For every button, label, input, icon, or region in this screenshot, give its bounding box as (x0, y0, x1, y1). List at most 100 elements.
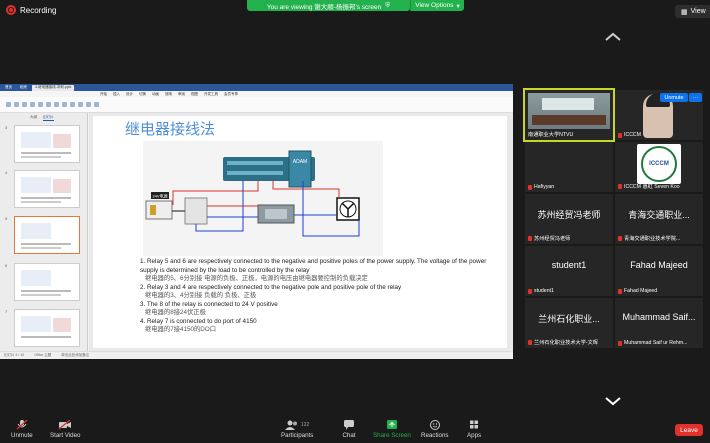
slide-thumb-row[interactable]: 4 (5, 170, 80, 208)
view-button[interactable]: ▦ View (675, 5, 710, 18)
view-label: View (690, 8, 706, 15)
participants-label: Participants (281, 432, 314, 439)
start-video-label: Start Video (50, 432, 81, 439)
menu-item[interactable]: 开发工具 (204, 92, 218, 97)
slide-thumbnail-selected[interactable] (14, 216, 80, 254)
participant-tile[interactable]: student1 student1 (525, 246, 613, 296)
thumb-number: 4 (5, 170, 8, 175)
participant-display-name: Muhammad Saif... (622, 312, 696, 322)
start-video-button[interactable]: Start Video (50, 420, 81, 439)
leave-button[interactable]: Leave (675, 424, 703, 436)
chevron-down-icon: ▾ (456, 2, 460, 10)
reactions-label: Reactions (421, 432, 449, 439)
thumb-number: 7 (5, 309, 8, 314)
participant-tile[interactable]: 兰州石化职业... 兰州石化职业技术大学-文晖 (525, 298, 613, 348)
window-tab-active[interactable]: 3-继电器接线-冲刺.pptx (32, 84, 75, 91)
chevron-down-icon[interactable] (604, 396, 622, 406)
menu-item[interactable]: 审阅 (178, 92, 185, 97)
video-off-icon (58, 420, 72, 430)
menu-item[interactable]: 会员专享 (224, 92, 238, 97)
participant-tile[interactable]: 青海交通职业... 青海交通职业技术学院... (615, 194, 703, 244)
thumb-number: 6 (5, 263, 8, 268)
ribbon-icon[interactable] (62, 102, 67, 107)
participant-display-name: 兰州石化职业... (538, 314, 600, 324)
more-options-button[interactable]: ··· (689, 93, 702, 102)
participant-tile[interactable]: 南通职业大学NTVU (523, 88, 615, 142)
apps-button[interactable]: Apps (467, 420, 481, 439)
slide-thumb-row[interactable]: 6 (5, 263, 80, 301)
participant-name: ICCCM 惠虹 Seven Koo (618, 183, 680, 190)
participant-tile[interactable]: ICCCM ICCCM 惠虹 Seven Koo (615, 142, 703, 192)
module-label: ADAM (293, 159, 307, 165)
ribbon-icon[interactable] (30, 102, 35, 107)
status-slide-count: 幻灯片 5 / 10 (4, 353, 25, 357)
mic-off-icon (528, 288, 532, 294)
participants-button[interactable]: 122 Participants (281, 420, 313, 439)
participant-name: Hafiyyan (528, 184, 554, 190)
participant-name: Muhammad Saif ur Rehm... (618, 340, 687, 346)
slide-thumb-row[interactable]: 7 (5, 309, 80, 347)
slide-thumbnail-panel: 大纲 幻灯片 3 4 5 6 7 (0, 113, 88, 351)
participant-display-name: 青海交通职业... (628, 210, 690, 220)
status-theme: Office 主题 (34, 353, 52, 357)
ribbon-icon[interactable] (86, 102, 91, 107)
menu-item[interactable]: 插入 (113, 92, 120, 97)
participant-name: Fahad Majeed (618, 288, 657, 294)
ribbon-icon[interactable] (78, 102, 83, 107)
slide-thumb-row[interactable]: 3 (5, 125, 80, 163)
ribbon-icon[interactable] (94, 102, 99, 107)
slide-thumbnail[interactable] (14, 309, 80, 347)
apps-label: Apps (467, 432, 482, 439)
reactions-icon (429, 420, 440, 430)
relay-wiring-diagram: ADAM 24V电源 (143, 141, 383, 256)
ribbon-icon[interactable] (70, 102, 75, 107)
ribbon-icon[interactable] (46, 102, 51, 107)
line-cn: 继电器的8接24伏正极 (145, 309, 206, 316)
status-notes[interactable]: 单击此处添加备注 (61, 353, 89, 358)
record-icon (6, 5, 16, 15)
menu-item[interactable]: 放映 (165, 92, 172, 97)
window-tab[interactable]: 稻壳 (17, 85, 30, 91)
share-screen-label: Share Screen (373, 432, 411, 439)
viewing-text: You are viewing 谢大顺-杨振邦's screen (266, 3, 382, 11)
menu-item[interactable]: 动画 (152, 92, 159, 97)
reactions-button[interactable]: Reactions (421, 420, 449, 439)
window-tab[interactable]: 首页 (2, 85, 15, 91)
ribbon-icon[interactable] (54, 102, 59, 107)
view-options-button[interactable]: View Options ▾ (410, 0, 464, 11)
participant-name: 南通职业大学NTVU (528, 132, 574, 138)
menu-item[interactable]: 切换 (139, 92, 146, 97)
ribbon-icon[interactable] (22, 102, 27, 107)
recording-indicator[interactable]: Recording (6, 5, 56, 15)
mic-off-icon (618, 340, 622, 346)
outline-tab[interactable]: 大纲 (30, 115, 37, 121)
shared-screen[interactable]: 首页 稻壳 3-继电器接线-冲刺.pptx 开始 插入 设计 切换 动画 放映 … (0, 84, 513, 359)
share-screen-button[interactable]: Share Screen (373, 420, 411, 439)
current-slide[interactable]: 继电器接线法 ADAM 24V电源 1. Relay 5 and 6 are r… (93, 116, 507, 348)
menu-item[interactable]: 设计 (126, 92, 133, 97)
slide-editor: 继电器接线法 ADAM 24V电源 1. Relay 5 and 6 are r… (89, 113, 513, 351)
participant-tile[interactable]: Hafiyyan (525, 142, 613, 192)
top-bar: Recording You are viewing 谢大顺-杨振邦's scre… (0, 0, 710, 22)
slide-thumbnail[interactable] (14, 263, 80, 301)
slide-thumbnail[interactable] (14, 125, 80, 163)
ribbon-icon[interactable] (6, 102, 11, 107)
chat-icon (344, 420, 354, 430)
shield-icon: ⛨ (385, 1, 391, 9)
line-en: 3. The 8 of the relay is connected to 24… (140, 300, 278, 308)
menu-item[interactable]: 开始 (100, 92, 107, 97)
ribbon-icon[interactable] (38, 102, 43, 107)
participant-tile[interactable]: Muhammad Saif... Muhammad Saif ur Rehm..… (615, 298, 703, 348)
slide-thumbnail[interactable] (14, 170, 80, 208)
unmute-button[interactable]: Unmute (11, 420, 33, 439)
participant-tile[interactable]: Fahad Majeed Fahad Majeed (615, 246, 703, 296)
slide-thumb-row[interactable]: 5 (5, 216, 80, 254)
slides-tab[interactable]: 幻灯片 (43, 115, 54, 121)
unmute-tile-button[interactable]: Unmute (660, 93, 688, 102)
chevron-up-icon[interactable] (604, 32, 622, 42)
participant-tile[interactable]: 苏州经贸冯老师 苏州经贸冯老师 (525, 194, 613, 244)
ribbon-icon[interactable] (14, 102, 19, 107)
mic-off-icon (528, 184, 532, 190)
chat-button[interactable]: Chat (342, 420, 356, 439)
menu-item[interactable]: 视图 (191, 92, 198, 97)
